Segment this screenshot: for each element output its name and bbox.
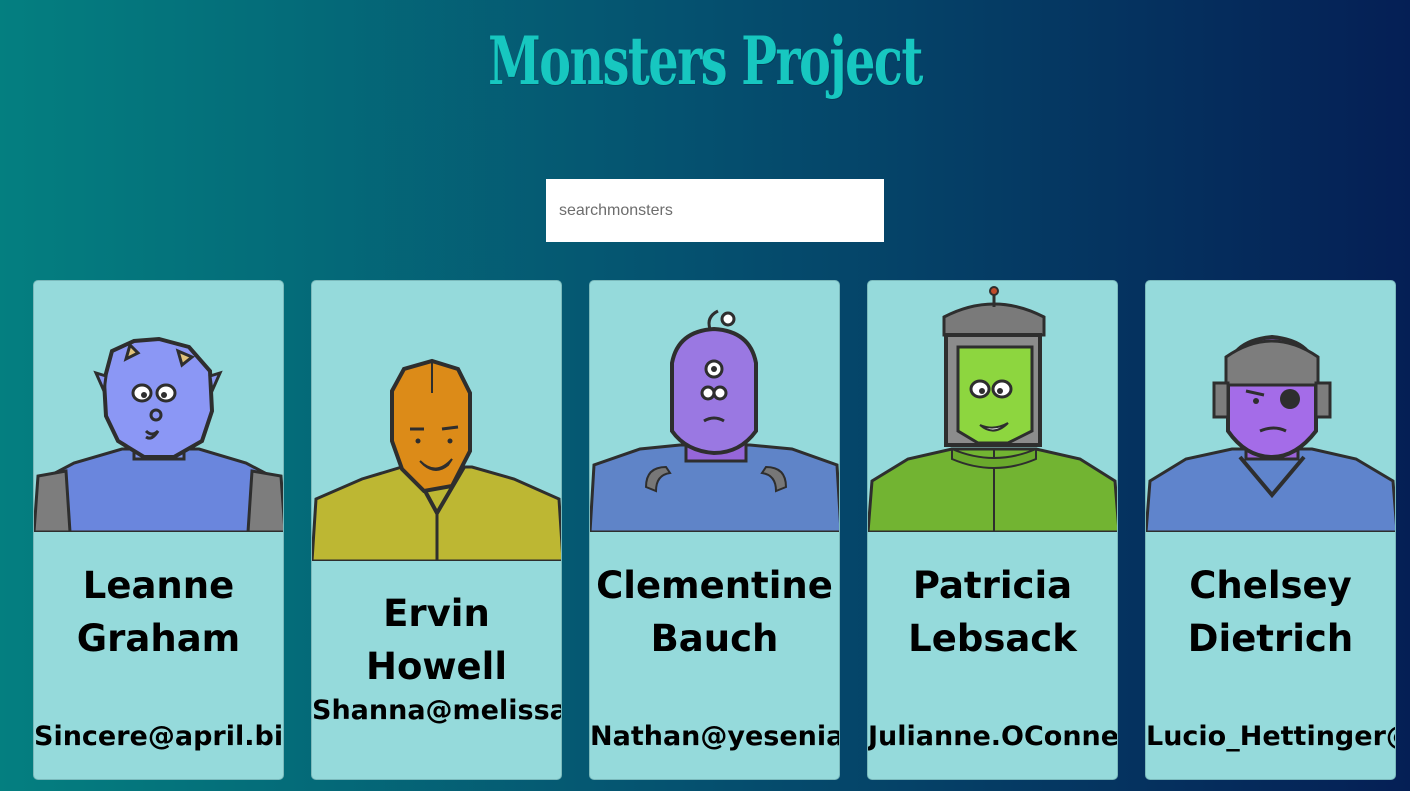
search-input[interactable] bbox=[546, 179, 884, 242]
monster-email: Shanna@melissa.tv bbox=[312, 695, 561, 726]
orange-hooded-monster-icon bbox=[312, 358, 561, 561]
monster-email: Sincere@april.biz bbox=[34, 721, 283, 752]
monster-card[interactable]: Clementine Bauch Nathan@yesenia.net bbox=[589, 280, 840, 780]
monster-email: Nathan@yesenia.net bbox=[590, 721, 839, 752]
monster-name: Leanne Graham bbox=[76, 564, 241, 660]
monster-card[interactable]: Chelsey Dietrich Lucio_Hettinger@annie.c… bbox=[1145, 280, 1396, 780]
monster-email: Lucio_Hettinger@annie.ca bbox=[1146, 721, 1395, 752]
monster-name: Patricia Lebsack bbox=[908, 564, 1077, 660]
monster-card[interactable]: Ervin Howell Shanna@melissa.tv bbox=[311, 280, 562, 780]
monster-card[interactable]: Leanne Graham Sincere@april.biz bbox=[33, 280, 284, 780]
monster-email: Julianne.OConner@kory.org bbox=[868, 721, 1117, 752]
page-title: Monsters Project bbox=[488, 22, 923, 100]
blue-horned-monster-icon bbox=[34, 336, 283, 532]
monster-name: Ervin Howell bbox=[365, 592, 508, 688]
monster-name: Chelsey Dietrich bbox=[1187, 564, 1354, 660]
green-frankenstein-robot-icon bbox=[868, 286, 1117, 532]
purple-helmet-cyborg-icon bbox=[1146, 334, 1395, 532]
purple-cyclops-robot-icon bbox=[590, 309, 839, 532]
monster-card[interactable]: Patricia Lebsack Julianne.OConner@kory.o… bbox=[867, 280, 1118, 780]
monster-name: Clementine Bauch bbox=[596, 564, 833, 660]
